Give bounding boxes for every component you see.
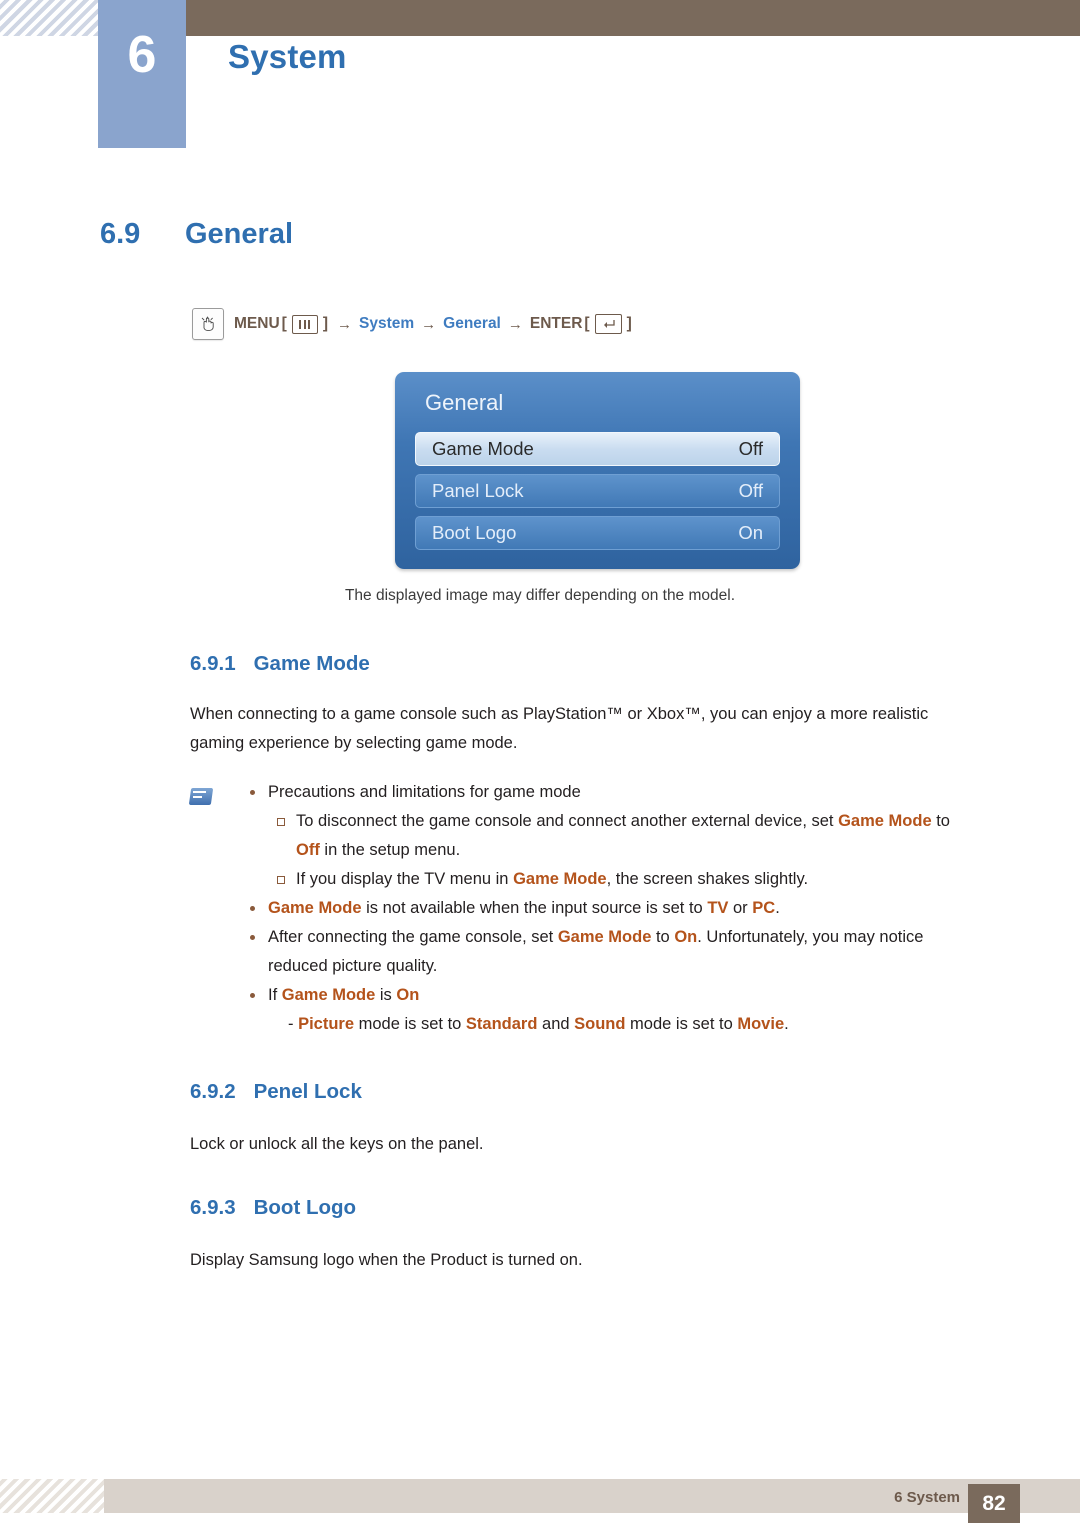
- subsection-heading-boot-logo: 6.9.3 Boot Logo: [190, 1196, 356, 1220]
- enter-label: ENTER: [529, 315, 583, 332]
- osd-panel: General Game Mode Off Panel Lock Off Boo…: [395, 372, 800, 569]
- osd-row-boot-logo[interactable]: Boot Logo On: [415, 516, 780, 550]
- note-bullet-3-pre: If: [268, 986, 282, 1004]
- path-arrow-1: →: [336, 315, 352, 333]
- keyword-game-mode: Game Mode: [281, 986, 376, 1004]
- note-bullet-3-t2: and: [537, 1015, 575, 1033]
- osd-row-panel-lock[interactable]: Panel Lock Off: [415, 474, 780, 508]
- subsection-title: Boot Logo: [253, 1196, 357, 1219]
- section-title: General: [185, 218, 293, 250]
- path-arrow-2: →: [421, 315, 437, 333]
- path-step-general: General: [443, 315, 501, 332]
- bracket-close-2: ]: [626, 315, 632, 332]
- note-bullet-2-post: . Unfortunately, you may notice: [697, 928, 924, 946]
- game-mode-paragraph: When connecting to a game console such a…: [190, 700, 1000, 758]
- subsection-title: Penel Lock: [253, 1080, 362, 1103]
- osd-row-label: Panel Lock: [432, 480, 524, 501]
- subsection-number: 6.9.1: [190, 652, 236, 675]
- keyword-off: Off: [296, 841, 320, 859]
- osd-row-game-mode[interactable]: Game Mode Off: [415, 432, 780, 466]
- osd-row-label: Boot Logo: [432, 522, 517, 543]
- keyword-on: On: [674, 928, 698, 946]
- osd-row-value: On: [738, 522, 763, 543]
- page-number: 82: [968, 1484, 1020, 1523]
- chapter-badge: 6: [98, 0, 186, 148]
- subsection-title: Game Mode: [253, 652, 370, 675]
- note-sub-1-pre: To disconnect the game console and conne…: [296, 812, 839, 830]
- note-bullet-0: Precautions and limitations for game mod…: [268, 783, 581, 801]
- list-item: If you display the TV menu in Game Mode,…: [268, 865, 1030, 894]
- keyword-game-mode: Game Mode: [268, 899, 362, 917]
- keyword-movie: Movie: [737, 1015, 785, 1033]
- note-icon: [188, 786, 214, 808]
- header-hatch-decoration: [0, 0, 104, 36]
- osd-caption: The displayed image may differ depending…: [344, 587, 736, 604]
- chapter-number: 6: [127, 26, 157, 84]
- keyword-picture: Picture: [298, 1015, 355, 1033]
- note-bullet-1-mid: is not available when the input source i…: [361, 899, 708, 917]
- note-bullet-1-or: or: [728, 899, 753, 917]
- bracket-close-1: ]: [322, 315, 328, 332]
- keyword-standard: Standard: [465, 1015, 538, 1033]
- hand-press-icon: [192, 308, 224, 340]
- osd-title: General: [425, 390, 504, 415]
- keyword-game-mode: Game Mode: [513, 870, 607, 888]
- menu-key-icon: [291, 314, 318, 334]
- subsection-heading-game-mode: 6.9.1 Game Mode: [190, 652, 370, 676]
- note-bullet-3-dash: -: [288, 1015, 299, 1033]
- boot-logo-paragraph: Display Samsung logo when the Product is…: [190, 1251, 583, 1269]
- note-bullet-3-t1: mode is set to: [354, 1015, 466, 1033]
- osd-row-label: Game Mode: [432, 438, 534, 459]
- list-item: If Game Mode is On - Picture mode is set…: [240, 981, 1030, 1039]
- osd-row-value: Off: [738, 480, 763, 501]
- note-bullet-3-t3: mode is set to: [625, 1015, 738, 1033]
- bracket-open-2: [: [584, 315, 590, 332]
- game-mode-notes: Precautions and limitations for game mod…: [240, 778, 1030, 1039]
- note-bullet-1-end: .: [775, 899, 780, 917]
- list-item: To disconnect the game console and conne…: [268, 807, 1030, 865]
- keyword-on: On: [396, 986, 420, 1004]
- footer-hatch-decoration: [0, 1479, 104, 1513]
- osd-row-value: Off: [738, 438, 763, 459]
- subsection-heading-panel-lock: 6.9.2 Penel Lock: [190, 1080, 362, 1104]
- keyword-game-mode: Game Mode: [838, 812, 932, 830]
- keyword-tv: TV: [707, 899, 729, 917]
- enter-key-icon: [594, 314, 622, 334]
- keyword-pc: PC: [752, 899, 776, 917]
- note-bullet-2-line2: reduced picture quality.: [268, 957, 438, 975]
- list-item: Precautions and limitations for game mod…: [240, 778, 1030, 894]
- note-sub-1-mid: to: [931, 812, 950, 830]
- keyword-game-mode: Game Mode: [557, 928, 652, 946]
- note-sub-2-pre: If you display the TV menu in: [296, 870, 514, 888]
- note-bullet-2-pre: After connecting the game console, set: [268, 928, 558, 946]
- header-bar: [104, 0, 1080, 36]
- note-sub-1-post: in the setup menu.: [319, 841, 461, 859]
- note-bullet-3-mid: is: [375, 986, 397, 1004]
- section-number: 6.9: [100, 218, 141, 250]
- menu-path: MENU [ ] → System → General → ENTER [ ]: [192, 308, 634, 340]
- note-bullet-2-mid: to: [651, 928, 675, 946]
- menu-label: MENU: [234, 315, 280, 332]
- subsection-number: 6.9.2: [190, 1080, 236, 1103]
- footer-label: 6 System: [894, 1489, 960, 1506]
- list-item: After connecting the game console, set G…: [240, 923, 1030, 981]
- game-mode-paragraph-line1: When connecting to a game console such a…: [190, 705, 929, 723]
- keyword-sound: Sound: [574, 1015, 626, 1033]
- game-mode-paragraph-line2: gaming experience by selecting game mode…: [190, 734, 518, 752]
- panel-lock-paragraph: Lock or unlock all the keys on the panel…: [190, 1135, 484, 1153]
- list-item: Game Mode is not available when the inpu…: [240, 894, 1030, 923]
- path-step-system: System: [358, 315, 415, 332]
- chapter-title: System: [228, 38, 347, 75]
- bracket-open-1: [: [281, 315, 287, 332]
- note-bullet-3-t4: .: [784, 1015, 789, 1033]
- note-sub-2-post: , the screen shakes slightly.: [606, 870, 809, 888]
- path-arrow-3: →: [507, 315, 523, 333]
- subsection-number: 6.9.3: [190, 1196, 236, 1219]
